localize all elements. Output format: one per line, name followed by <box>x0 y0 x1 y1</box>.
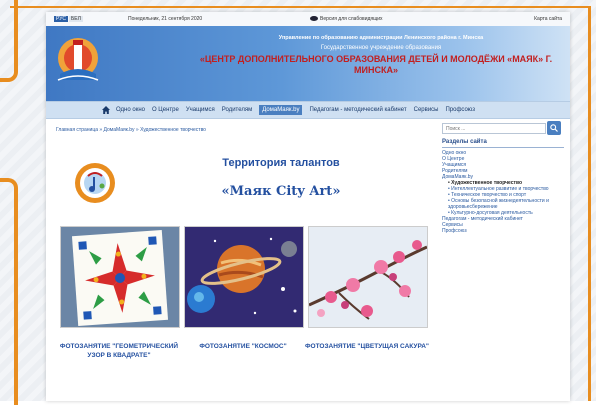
gallery-photo-sakura[interactable] <box>308 226 428 328</box>
page-title: Территория талантов <box>222 157 340 169</box>
search-input[interactable] <box>442 123 546 134</box>
geometric-pattern-image <box>61 227 179 327</box>
slide-frame-right <box>588 6 591 401</box>
slide-frame-top <box>10 6 590 8</box>
nav-students[interactable]: Учащимся <box>186 107 215 113</box>
header-org-name: «ЦЕНТР ДОПОЛНИТЕЛЬНОГО ОБРАЗОВАНИЯ ДЕТЕЙ… <box>199 54 553 75</box>
sidebar-title: Разделы сайта <box>442 139 564 148</box>
search-button[interactable] <box>547 121 561 135</box>
nav-domamayak[interactable]: ДомаМаяк.by <box>259 105 303 115</box>
home-icon[interactable] <box>102 106 110 114</box>
nav-about[interactable]: О Центре <box>152 107 179 113</box>
sitemap-link[interactable]: Карта сайта <box>534 16 562 22</box>
header-authority: Управление по образованию администрации … <box>278 35 484 41</box>
gallery-caption-sakura[interactable]: ФОТОЗАНЯТИЕ "ЦВЕТУЩАЯ САКУРА" <box>302 342 432 351</box>
website: РУС БЕЛ Понедельник, 21 сентября 2020 Ве… <box>46 12 570 401</box>
space-painting-image <box>185 227 303 327</box>
nav-parents[interactable]: Родителям <box>222 107 253 113</box>
slide-frame-bottom-left <box>0 178 18 405</box>
gallery-caption-geometric[interactable]: ФОТОЗАНЯТИЕ "ГЕОМЕТРИЧЕСКИЙ УЗОР В КВАДР… <box>54 342 184 360</box>
nav-services[interactable]: Сервисы <box>414 107 439 113</box>
header-org-type: Государственное учреждение образования <box>320 45 442 51</box>
language-switcher: РУС БЕЛ <box>54 16 84 22</box>
lang-ru[interactable]: РУС <box>54 16 69 22</box>
gallery-caption-space[interactable]: ФОТОЗАНЯТИЕ "КОСМОС" <box>178 342 308 351</box>
current-date: Понедельник, 21 сентября 2020 <box>128 16 203 22</box>
breadcrumb[interactable]: Главная страница » ДомаМаяк.by » Художес… <box>56 127 206 133</box>
accessibility-link[interactable]: Версия для слабовидящих <box>310 16 383 22</box>
sidebar: Разделы сайта Одно окно О Центре Учащимс… <box>442 139 564 234</box>
lang-by[interactable]: БЕЛ <box>69 16 83 22</box>
sidebar-subitem[interactable]: • Основы безопасной жизнедеятельности и … <box>442 198 564 210</box>
mayak-logo[interactable] <box>56 34 100 86</box>
sidebar-item[interactable]: Профсоюз <box>442 228 564 234</box>
nav-union[interactable]: Профсоюз <box>445 107 475 113</box>
top-bar: РУС БЕЛ Понедельник, 21 сентября 2020 Ве… <box>46 12 570 27</box>
search-icon <box>550 124 558 132</box>
gallery-photo-geometric[interactable] <box>60 226 180 328</box>
art-emblem-icon <box>75 163 115 203</box>
sakura-painting-image <box>309 227 427 327</box>
accessibility-label: Версия для слабовидящих <box>320 16 383 22</box>
slide-frame-top-left <box>0 0 18 82</box>
main-nav: Одно окно О Центре Учащимся Родителям До… <box>46 101 570 119</box>
gallery-photo-space[interactable] <box>184 226 304 328</box>
page-subtitle: «Маяк City Art» <box>221 184 341 199</box>
site-header: Управление по образованию администрации … <box>46 26 570 101</box>
eye-icon <box>310 16 318 22</box>
nav-one-window[interactable]: Одно окно <box>116 107 145 113</box>
nav-teachers[interactable]: Педагогам - методический кабинет <box>309 107 406 113</box>
